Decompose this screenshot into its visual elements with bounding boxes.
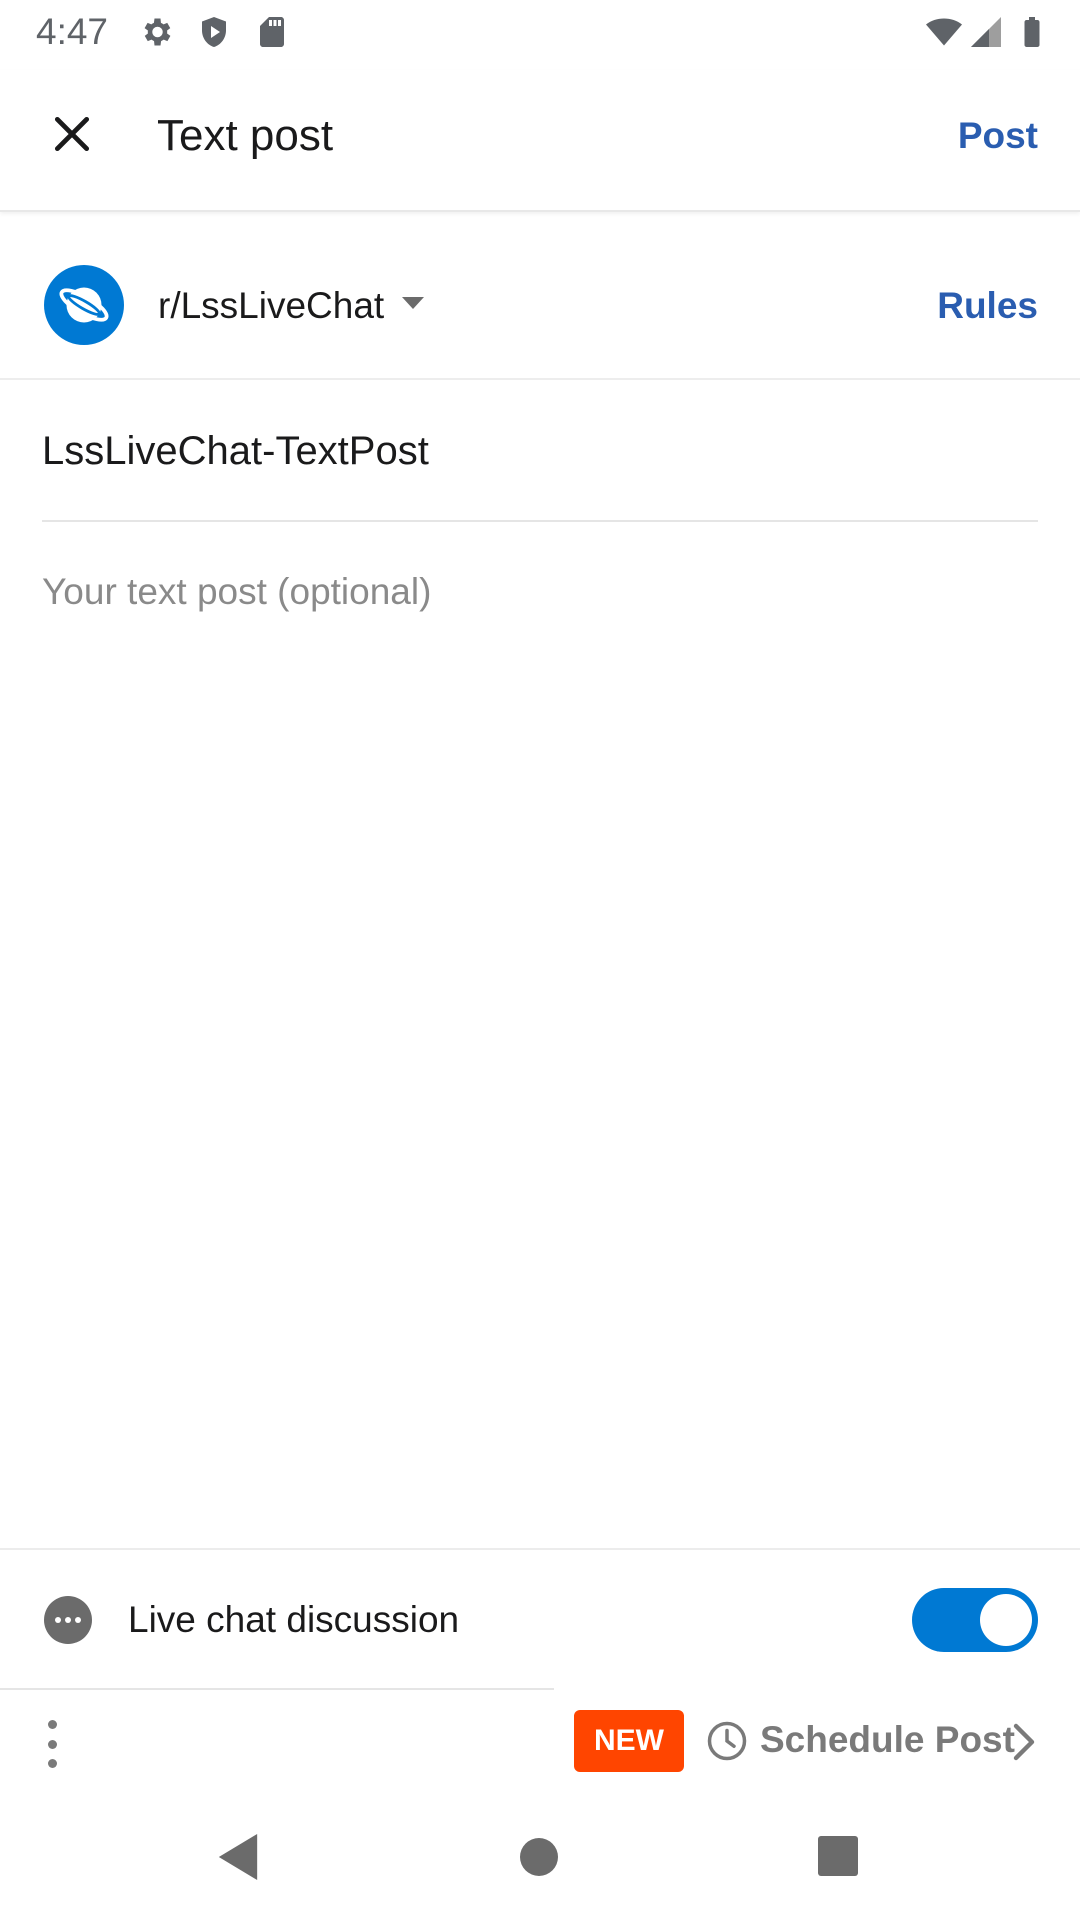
schedule-post-button[interactable]: Schedule Post [760, 1716, 1015, 1764]
live-chat-toggle[interactable] [912, 1588, 1038, 1652]
nav-back-icon[interactable] [218, 1834, 258, 1880]
nav-recents-icon[interactable] [818, 1836, 858, 1876]
more-options-button[interactable] [32, 1716, 72, 1772]
close-button[interactable] [40, 102, 104, 166]
planet-icon [59, 287, 109, 323]
title-divider [42, 520, 1038, 522]
caret-down-icon[interactable] [402, 297, 424, 309]
wifi-icon [924, 12, 964, 52]
toolbar-divider [0, 1688, 554, 1690]
new-badge: NEW [574, 1710, 684, 1772]
page-title: Text post [157, 111, 334, 160]
section-divider [0, 1548, 1080, 1550]
post-title-input[interactable]: LssLiveChat-TextPost [42, 424, 429, 478]
community-name[interactable]: r/LssLiveChat [158, 284, 384, 328]
sd-card-icon [252, 12, 292, 52]
dot [47, 1739, 57, 1749]
nav-home-icon[interactable] [520, 1838, 558, 1876]
chevron-right-icon[interactable] [1010, 1722, 1038, 1762]
live-chat-label: Live chat discussion [128, 1599, 460, 1640]
signal-icon [966, 12, 1006, 52]
rules-button[interactable]: Rules [937, 284, 1038, 328]
status-time: 4:47 [36, 11, 109, 52]
close-icon [54, 116, 90, 152]
clock-icon[interactable] [706, 1720, 748, 1762]
battery-icon [1012, 12, 1052, 52]
post-body-input[interactable]: Your text post (optional) [42, 568, 431, 616]
post-button[interactable]: Post [958, 112, 1038, 160]
community-avatar[interactable] [44, 265, 124, 345]
settings-gear-icon [136, 12, 176, 52]
shield-play-icon [194, 12, 234, 52]
chat-bubble-icon [44, 1596, 92, 1644]
toggle-knob [980, 1594, 1032, 1646]
dot [47, 1720, 57, 1729]
dot [47, 1759, 57, 1768]
